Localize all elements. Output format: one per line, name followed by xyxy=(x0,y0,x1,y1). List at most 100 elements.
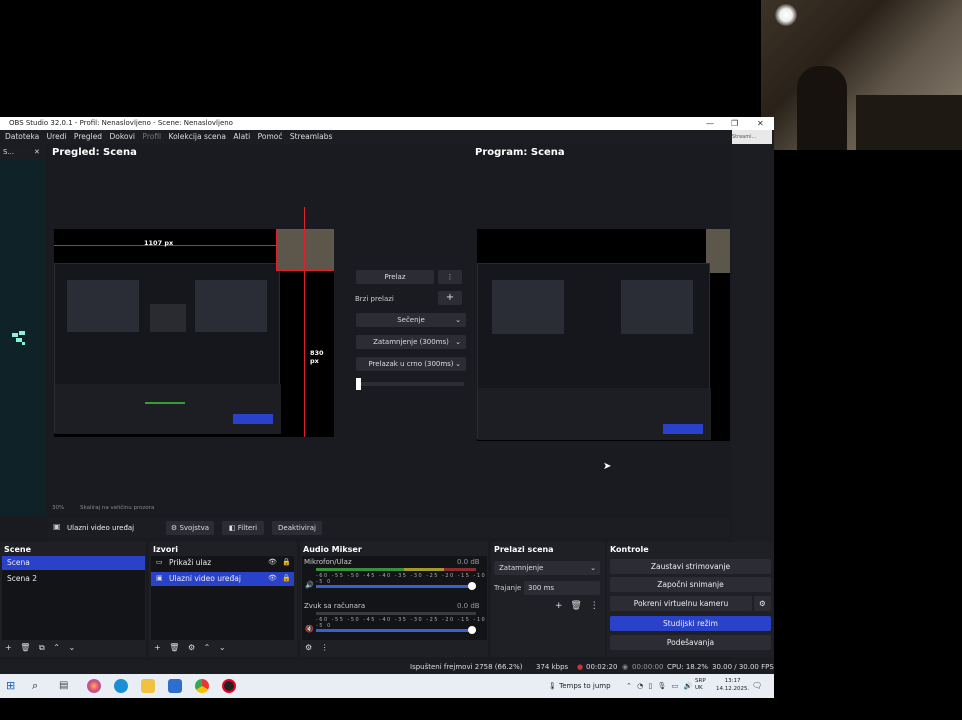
scale-label[interactable]: Skaliraj na veličinu prozora xyxy=(80,505,154,511)
volume-slider[interactable] xyxy=(316,626,476,634)
properties-button[interactable]: ⚙ Svojstva xyxy=(166,521,214,535)
webcam-person xyxy=(797,66,847,150)
add-quick-transition-button[interactable]: + xyxy=(438,291,462,305)
scene-transitions-dock: Prelazi scena Zatamnjenje ⌄ Trajanje 300 … xyxy=(491,542,605,657)
obs-icon[interactable] xyxy=(222,679,236,693)
transition-column: Prelaz ⋮ Brzi prelazi + Sečenje ⌄ Zatamn… xyxy=(340,145,470,515)
dropped-frames: Ispušteni frejmovi 2758 (66.2%) xyxy=(410,663,523,671)
display-icon: ▭ xyxy=(156,558,163,566)
menu-view[interactable]: Pregled xyxy=(74,132,102,141)
settings-button[interactable]: Podešavanja xyxy=(610,635,771,650)
eye-icon[interactable]: 👁 xyxy=(268,574,277,582)
live-time: 00:02:20 xyxy=(586,663,618,671)
studio-mode-button[interactable]: Studijski režim xyxy=(610,616,771,631)
language-code[interactable]: SRP xyxy=(695,678,706,684)
program-canvas xyxy=(477,229,730,441)
chrome-icon[interactable] xyxy=(195,679,209,693)
window-title: OBS Studio 32.0.1 - Profil: Nenaslovljen… xyxy=(9,119,233,127)
mixer-title: Audio Mikser xyxy=(303,545,362,554)
transition-button[interactable]: Prelaz xyxy=(356,270,434,284)
copilot-icon[interactable] xyxy=(87,679,101,693)
lock-icon[interactable]: 🔒 xyxy=(282,558,291,566)
muted-speaker-icon[interactable]: 🔇 xyxy=(305,625,314,633)
virtual-camera-settings-icon[interactable]: ⚙ xyxy=(754,596,771,611)
close-button[interactable]: ✕ xyxy=(757,117,764,130)
transition-more-button[interactable]: ⋮ xyxy=(438,270,462,284)
search-icon[interactable]: ⌕ xyxy=(32,679,46,693)
quick-transition-fade-black[interactable]: Prelazak u crno (300ms) ⌄ xyxy=(356,357,466,371)
tbar-slider[interactable] xyxy=(356,378,464,390)
speaker-icon[interactable]: 🔊 xyxy=(305,581,314,589)
deactivate-button[interactable]: Deaktiviraj xyxy=(272,521,322,535)
selected-source-name: Ulazni video uređaj xyxy=(67,524,135,532)
meter-ticks: -60 -55 -50 -45 -40 -35 -30 -25 -20 -15 … xyxy=(316,617,487,629)
maximize-button[interactable]: ❐ xyxy=(731,117,738,130)
mail-icon[interactable] xyxy=(168,679,182,693)
file-explorer-icon[interactable] xyxy=(141,679,155,693)
scene-transitions-title: Prelazi scena xyxy=(494,545,554,554)
scene-item[interactable]: Scena xyxy=(2,556,145,570)
webcam-light xyxy=(775,4,797,26)
keyboard-layout[interactable]: UK xyxy=(695,685,703,691)
filter-icon: ◧ xyxy=(228,524,236,532)
quick-transition-cut[interactable]: Sečenje ⌄ xyxy=(356,313,466,327)
left-dock: S... ✕ xyxy=(0,145,46,515)
cpu-usage: CPU: 18.2% xyxy=(667,663,709,671)
start-recording-button[interactable]: Započni snimanje xyxy=(610,577,771,592)
camera-icon: ▣ xyxy=(53,522,61,531)
status-bar: Ispušteni frejmovi 2758 (66.2%) 374 kbps… xyxy=(0,660,774,674)
weather-widget[interactable]: 🌡 Temps to jump xyxy=(548,682,611,690)
menu-profile[interactable]: Profil xyxy=(142,132,161,141)
mixer-toolbar[interactable]: ⚙ ⋮ xyxy=(305,643,329,652)
stop-streaming-button[interactable]: Zaustavi strimovanje xyxy=(610,559,771,574)
record-icon: ◉ xyxy=(622,663,629,671)
left-dock-close[interactable]: ✕ xyxy=(34,145,40,159)
task-view-icon[interactable]: ▤ xyxy=(59,679,73,693)
camera-icon: ▣ xyxy=(156,574,163,582)
mixer-channel-name: Mikrofon/Ulaz xyxy=(304,558,352,566)
tray-icons[interactable]: ⌃ ◔ ▯ 🎙 ▭ 🔊 xyxy=(626,682,692,690)
selected-source-box[interactable] xyxy=(276,229,334,271)
title-bar: OBS Studio 32.0.1 - Profil: Nenaslovljen… xyxy=(0,117,774,130)
menu-streamlabs[interactable]: Streamlabs xyxy=(290,132,332,141)
live-icon: ● xyxy=(577,663,584,671)
eye-icon[interactable]: 👁 xyxy=(268,558,277,566)
filters-button[interactable]: ◧ Filteri xyxy=(222,521,264,535)
notifications-icon[interactable]: 🗨 xyxy=(752,681,762,690)
start-virtual-camera-button[interactable]: Pokreni virtuelnu kameru xyxy=(610,596,752,611)
transition-toolbar[interactable]: + 🗑 ⋮ xyxy=(555,601,599,611)
transition-select[interactable]: Zatamnjenje ⌄ xyxy=(494,561,600,575)
menu-file[interactable]: Datoteka xyxy=(5,132,39,141)
minimize-button[interactable]: — xyxy=(706,117,714,130)
preview-nested-screen xyxy=(54,263,281,434)
audio-level-meter xyxy=(316,612,476,615)
sources-dock: Izvori Prikaži ulaz Ulazni video uređaj … xyxy=(149,542,297,657)
preview-canvas[interactable]: 1107 px 830 px xyxy=(54,207,334,437)
duration-input[interactable]: 300 ms xyxy=(524,581,600,595)
scene-item[interactable]: Scena 2 xyxy=(2,572,145,586)
quick-transition-fade[interactable]: Zatamnjenje (300ms) ⌄ xyxy=(356,335,466,349)
sources-toolbar[interactable]: + 🗑 ⚙ ⌃ ⌄ xyxy=(154,643,226,652)
mouse-cursor-icon: ➤ xyxy=(603,461,612,472)
edge-icon[interactable] xyxy=(114,679,128,693)
windows-start-icon[interactable]: ⊞ xyxy=(6,679,20,693)
clock[interactable]: 13:17 14.12.2025. xyxy=(716,677,749,693)
zoom-label: 30% xyxy=(52,505,65,511)
menu-docks[interactable]: Dokovi xyxy=(109,132,135,141)
menu-tools[interactable]: Alati xyxy=(233,132,250,141)
gear-icon: ⚙ xyxy=(170,524,178,532)
menu-help[interactable]: Pomoć xyxy=(258,132,283,141)
volume-slider[interactable] xyxy=(316,582,476,590)
scenes-toolbar[interactable]: + 🗑 ⧉ ⌃ ⌄ xyxy=(5,643,75,653)
preview-title: Pregled: Scena xyxy=(52,147,137,158)
mixer-channel-db: 0.0 dB xyxy=(457,602,480,610)
fps: 30.00 / 30.00 FPS xyxy=(712,663,774,671)
menu-edit[interactable]: Uredi xyxy=(47,132,67,141)
record-time: 00:00:00 xyxy=(632,663,664,671)
menu-scene-collection[interactable]: Kolekcija scena xyxy=(169,132,226,141)
meter-ticks: -60 -55 -50 -45 -40 -35 -30 -25 -20 -15 … xyxy=(316,573,487,585)
obs-window: OBS Studio 32.0.1 - Profil: Nenaslovljen… xyxy=(0,117,774,674)
scenes-dock: Scene Scena Scena 2 + 🗑 ⧉ ⌃ ⌄ xyxy=(0,542,146,657)
bitrate: 374 kbps xyxy=(536,663,569,671)
lock-icon[interactable]: 🔒 xyxy=(282,574,291,582)
